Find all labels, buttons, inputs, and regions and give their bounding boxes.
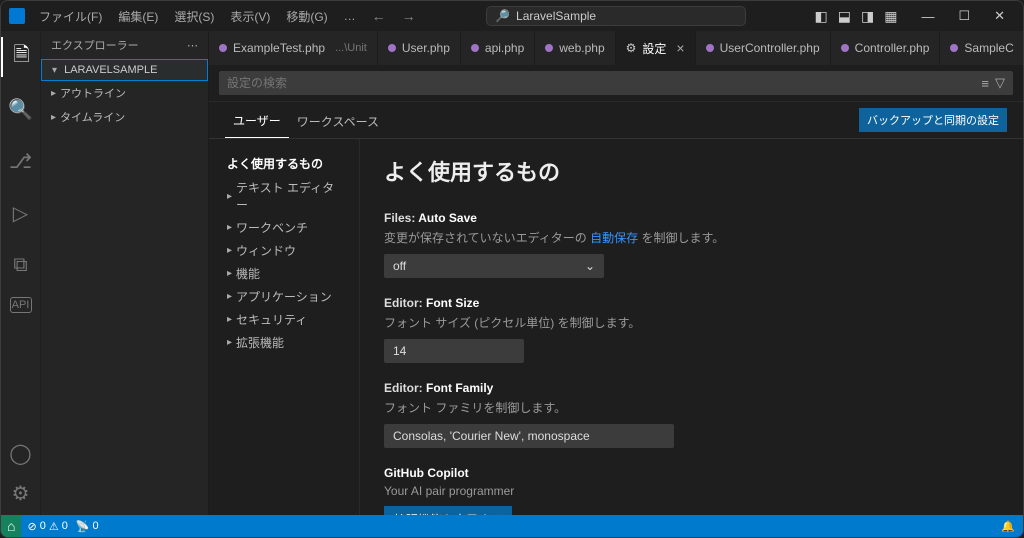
toc-features[interactable]: ▸機能	[215, 262, 353, 285]
toc-application[interactable]: ▸アプリケーション	[215, 285, 353, 308]
chevron-right-icon: ▸	[51, 112, 56, 123]
settings-scope-tabs: ユーザー ワークスペース バックアップと同期の設定	[209, 102, 1023, 139]
tab-samplec[interactable]: SampleC	[940, 31, 1023, 65]
tab-settings[interactable]: ⚙ 設定 ×	[616, 31, 696, 65]
activity-scm-icon[interactable]: ⎇	[1, 141, 41, 181]
settings-tab-workspace[interactable]: ワークスペース	[289, 107, 387, 138]
tab-api[interactable]: api.php	[461, 31, 535, 65]
menu-view[interactable]: 表示(V)	[224, 4, 276, 29]
window-maximize[interactable]: ☐	[948, 4, 980, 28]
status-notifications[interactable]: 🔔	[1001, 520, 1015, 533]
command-center[interactable]: 🔎 LaravelSample	[486, 6, 746, 26]
layout-sidebar-right-icon[interactable]: ◨	[857, 6, 878, 27]
toc-security[interactable]: ▸セキュリティ	[215, 308, 353, 331]
autosave-select[interactable]: off ⌄	[384, 254, 604, 278]
backup-sync-button[interactable]: バックアップと同期の設定	[859, 108, 1007, 132]
toc-frequently-used[interactable]: よく使用するもの	[215, 151, 353, 176]
sliders-icon: ⚙	[626, 41, 637, 55]
nav-back-icon[interactable]: ←	[366, 8, 392, 24]
settings-search-input[interactable]	[227, 76, 975, 90]
toc-window[interactable]: ▸ウィンドウ	[215, 239, 353, 262]
layout-panel-icon[interactable]: ⬓	[834, 6, 855, 27]
tab-usercontroller[interactable]: UserController.php	[696, 31, 831, 65]
tab-close-icon[interactable]: ×	[676, 40, 684, 56]
search-icon: 🔎	[495, 9, 510, 23]
window-minimize[interactable]: —	[911, 5, 944, 28]
menu-more[interactable]: …	[338, 5, 362, 27]
setting-copilot: GitHub Copilot Your AI pair programmer 拡…	[384, 466, 999, 515]
menu-select[interactable]: 選択(S)	[168, 4, 220, 29]
menu-edit[interactable]: 編集(E)	[112, 4, 164, 29]
activity-explorer-icon[interactable]: 🗎	[1, 37, 41, 77]
command-center-text: LaravelSample	[516, 9, 596, 23]
setting-fontfamily: Editor: Font Family フォント ファミリを制御します。 Con…	[384, 381, 999, 448]
activity-search-icon[interactable]: 🔍	[1, 89, 41, 129]
link-autosave[interactable]: 自動保存	[590, 231, 638, 245]
editor-tabs: ExampleTest.php...\Unit User.php api.php…	[209, 31, 1023, 65]
fontfamily-input[interactable]: Consolas, 'Courier New', monospace	[384, 424, 674, 448]
warning-icon: ⚠	[49, 520, 59, 533]
show-extension-button[interactable]: 拡張機能を表示する	[384, 506, 512, 515]
remote-button[interactable]: ⌂	[1, 515, 21, 537]
filter-icon[interactable]: ▽	[995, 75, 1005, 91]
settings-tab-user[interactable]: ユーザー	[225, 106, 289, 138]
chevron-down-icon: ▾	[52, 65, 57, 76]
activity-settings-icon[interactable]: ⚙	[1, 479, 41, 507]
error-icon: ⊘	[27, 520, 36, 533]
settings-search[interactable]: ≡ ▽	[219, 71, 1013, 95]
sidebar-outline[interactable]: ▸ アウトライン	[41, 81, 208, 105]
settings-toc: よく使用するもの ▸テキスト エディター ▸ワークベンチ ▸ウィンドウ ▸機能 …	[209, 139, 359, 515]
activity-account-icon[interactable]: ◯	[1, 439, 41, 467]
sidebar-title-label: エクスプローラー	[51, 37, 139, 53]
settings-heading: よく使用するもの	[384, 149, 999, 201]
titlebar: ファイル(F) 編集(E) 選択(S) 表示(V) 移動(G) … ← → 🔎 …	[1, 1, 1023, 31]
fontsize-input[interactable]: 14	[384, 339, 524, 363]
vscode-logo	[9, 8, 25, 24]
layout-sidebar-left-icon[interactable]: ◧	[811, 6, 832, 27]
status-problems[interactable]: ⊘0 ⚠0	[27, 520, 67, 533]
activity-api-icon[interactable]: API	[10, 297, 32, 313]
setting-fontsize: Editor: Font Size フォント サイズ (ピクセル単位) を制御し…	[384, 296, 999, 363]
toc-extensions[interactable]: ▸拡張機能	[215, 331, 353, 354]
chevron-right-icon: ▸	[51, 88, 56, 99]
sidebar-more-icon[interactable]: ⋯	[187, 39, 198, 52]
settings-content[interactable]: よく使用するもの Files: Auto Save 変更が保存されていないエディ…	[359, 139, 1023, 515]
sidebar-explorer: エクスプローラー ⋯ ▾ LARAVELSAMPLE ▸ アウトライン ▸ タイ…	[41, 31, 209, 515]
radio-tower-icon: 📡	[76, 520, 90, 533]
chevron-down-icon: ⌄	[585, 259, 595, 273]
activity-extensions-icon[interactable]: ⧉	[1, 245, 41, 285]
sidebar-timeline[interactable]: ▸ タイムライン	[41, 105, 208, 129]
activity-bar: 🗎 🔍 ⎇ ▷ ⧉ API ◯ ⚙	[1, 31, 41, 515]
status-ports[interactable]: 📡0	[76, 520, 99, 533]
window-close[interactable]: ✕	[984, 4, 1015, 28]
editor-group: ExampleTest.php...\Unit User.php api.php…	[209, 31, 1023, 515]
activity-debug-icon[interactable]: ▷	[1, 193, 41, 233]
tab-exampletest[interactable]: ExampleTest.php...\Unit	[209, 31, 378, 65]
toc-workbench[interactable]: ▸ワークベンチ	[215, 216, 353, 239]
statusbar: ⌂ ⊘0 ⚠0 📡0 🔔	[1, 515, 1023, 537]
tab-controller[interactable]: Controller.php	[831, 31, 941, 65]
layout-customize-icon[interactable]: ▦	[880, 6, 901, 27]
tab-user[interactable]: User.php	[378, 31, 461, 65]
bell-icon: 🔔	[1001, 520, 1015, 533]
settings-search-row: ≡ ▽	[209, 65, 1023, 102]
clear-icon[interactable]: ≡	[981, 76, 989, 91]
setting-autosave: Files: Auto Save 変更が保存されていないエディターの 自動保存 …	[384, 211, 999, 278]
nav-forward-icon[interactable]: →	[396, 8, 422, 24]
menu-file[interactable]: ファイル(F)	[33, 4, 108, 29]
toc-text-editor[interactable]: ▸テキスト エディター	[215, 176, 353, 216]
tab-web[interactable]: web.php	[535, 31, 615, 65]
menu-go[interactable]: 移動(G)	[280, 4, 333, 29]
sidebar-project-header[interactable]: ▾ LARAVELSAMPLE	[41, 59, 208, 81]
